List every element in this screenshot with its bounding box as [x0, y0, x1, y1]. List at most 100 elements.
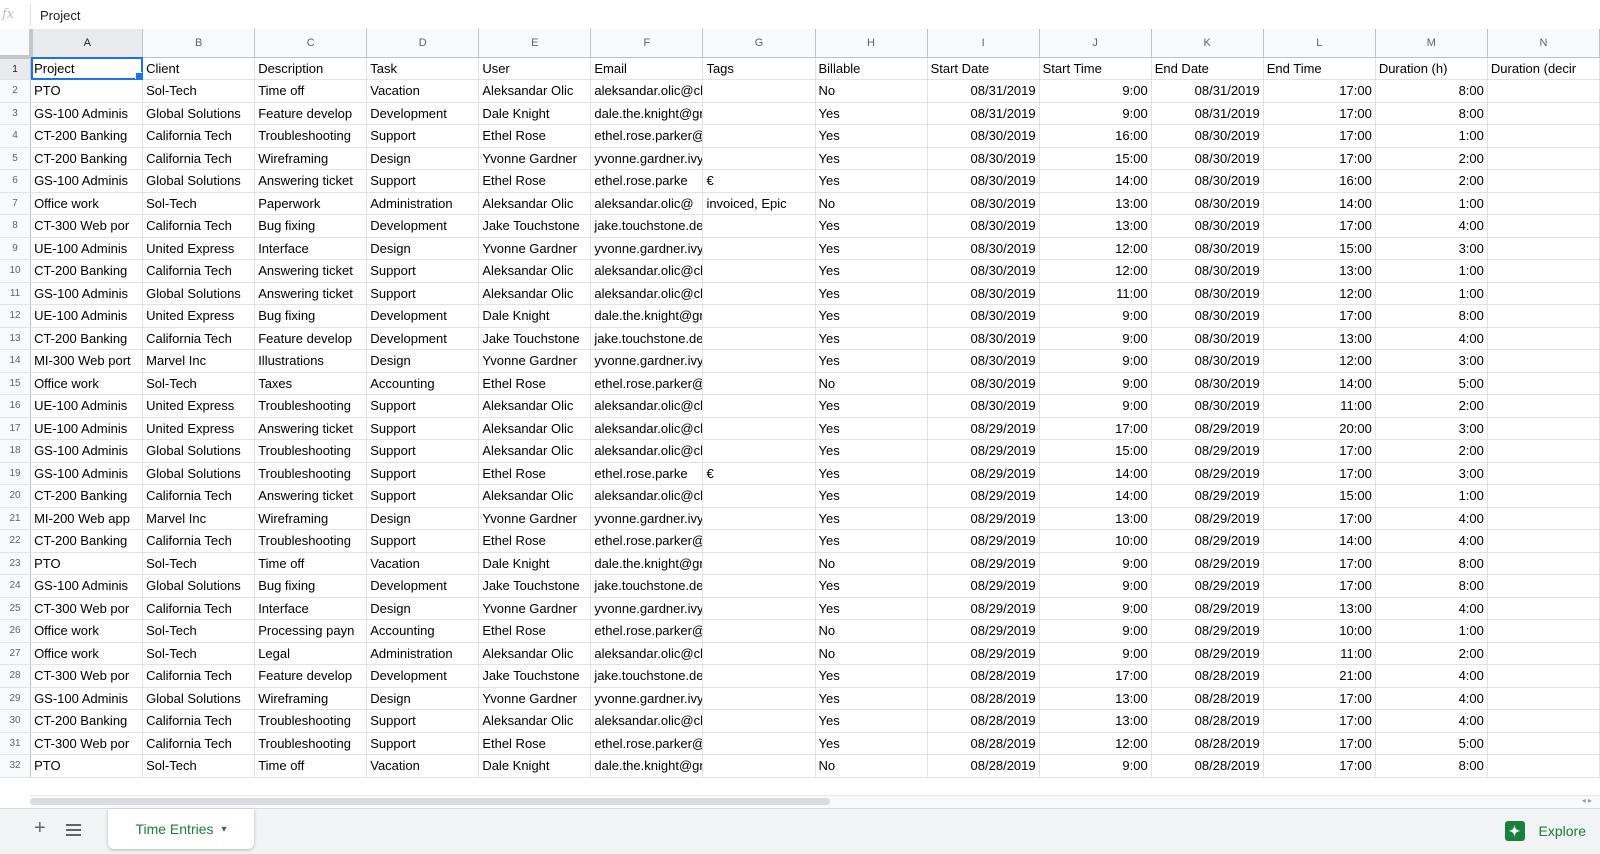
cell[interactable] [1487, 529, 1600, 553]
cell[interactable]: 2:00 [1375, 169, 1488, 193]
cell[interactable]: Support [366, 417, 480, 440]
cell[interactable]: Yes [815, 349, 928, 373]
cell[interactable]: 08/31/2019 [1151, 102, 1264, 125]
cell[interactable]: CT-200 Banking [30, 484, 144, 508]
cell[interactable] [702, 552, 816, 575]
cell[interactable]: 17:00 [1263, 79, 1376, 103]
cell[interactable]: Yes [815, 507, 928, 530]
cell[interactable]: CT-300 Web por [30, 732, 144, 755]
cell[interactable]: CT-300 Web por [30, 597, 144, 620]
cell[interactable]: 8:00 [1375, 552, 1488, 575]
cell[interactable]: 5:00 [1375, 372, 1488, 395]
row-header[interactable]: 25 [0, 597, 32, 620]
cell[interactable]: Yvonne Gardner [478, 597, 592, 620]
cell[interactable]: Global Solutions [142, 282, 256, 305]
cell[interactable]: Yvonne Gardner [478, 349, 592, 373]
row-header[interactable]: 29 [0, 687, 32, 710]
horizontal-scrollbar[interactable]: ◂ ▸ [30, 795, 1600, 808]
cell[interactable]: 3:00 [1375, 417, 1488, 440]
cell[interactable] [1487, 574, 1600, 598]
cell[interactable] [1487, 214, 1600, 238]
cell[interactable]: Yes [815, 687, 928, 710]
add-sheet-button[interactable]: + [34, 817, 46, 840]
cell[interactable]: Interface [254, 237, 368, 260]
cell[interactable]: 08/30/2019 [927, 192, 1040, 215]
cell[interactable]: 08/29/2019 [1151, 529, 1264, 553]
cell[interactable]: California Tech [142, 597, 256, 620]
cell[interactable]: Troubleshooting [254, 462, 368, 485]
cell[interactable]: 08/28/2019 [1151, 709, 1264, 733]
cell[interactable]: 10:00 [1263, 619, 1376, 643]
cell[interactable]: 17:00 [1263, 507, 1376, 530]
cell[interactable] [1487, 192, 1600, 215]
explore-button[interactable]: ✦ Explore [1504, 818, 1586, 844]
cell[interactable]: California Tech [142, 529, 256, 553]
cell[interactable]: Processing payn [254, 619, 368, 643]
cell[interactable]: dale.the.knight@gmail.com [590, 102, 704, 125]
cell[interactable]: aleksandar.olic@clockify.me [590, 484, 704, 508]
cell[interactable]: Global Solutions [142, 574, 256, 598]
cell[interactable]: California Tech [142, 214, 256, 238]
cell[interactable]: Support [366, 484, 480, 508]
cell[interactable]: Yes [815, 237, 928, 260]
cell[interactable]: 08/29/2019 [927, 439, 1040, 463]
cell[interactable]: No [815, 192, 928, 215]
cell[interactable]: Design [366, 597, 480, 620]
cell[interactable]: 08/30/2019 [927, 259, 1040, 283]
cell[interactable] [1487, 664, 1600, 688]
cell[interactable] [1487, 687, 1600, 710]
row-header[interactable]: 4 [0, 124, 32, 148]
cell[interactable]: 08/29/2019 [1151, 462, 1264, 485]
cell[interactable]: 9:00 [1039, 304, 1152, 328]
cell[interactable]: No [815, 372, 928, 395]
cell[interactable]: Aleksandar Olic [478, 192, 592, 215]
chevron-down-icon[interactable]: ▾ [222, 824, 227, 835]
cell[interactable]: Illustrations [254, 349, 368, 373]
cell[interactable]: Yes [815, 439, 928, 463]
cell[interactable] [1487, 462, 1600, 485]
header-cell[interactable]: Task [366, 57, 480, 80]
cell[interactable]: MI-300 Web port [30, 349, 144, 373]
cell[interactable]: 15:00 [1039, 147, 1152, 170]
row-header[interactable]: 22 [0, 529, 32, 553]
cell[interactable]: 1:00 [1375, 619, 1488, 643]
cell[interactable]: ethel.rose.parke [590, 169, 704, 193]
cell[interactable]: 08/29/2019 [1151, 597, 1264, 620]
cell[interactable]: California Tech [142, 124, 256, 148]
cell[interactable]: Feature develop [254, 327, 368, 350]
cell[interactable]: 4:00 [1375, 507, 1488, 530]
row-header[interactable]: 11 [0, 282, 32, 305]
cell[interactable]: 13:00 [1039, 507, 1152, 530]
cell[interactable]: GS-100 Adminis [30, 687, 144, 710]
cell[interactable]: CT-200 Banking [30, 124, 144, 148]
cell[interactable]: Troubleshooting [254, 732, 368, 755]
cell[interactable]: Global Solutions [142, 102, 256, 125]
cell[interactable]: California Tech [142, 484, 256, 508]
cell[interactable]: Yes [815, 214, 928, 238]
header-cell[interactable]: Tags [702, 57, 816, 80]
cell[interactable]: Answering ticket [254, 417, 368, 440]
cell[interactable]: ethel.rose.parke [590, 462, 704, 485]
cell[interactable]: Yes [815, 124, 928, 148]
cell[interactable]: 17:00 [1263, 462, 1376, 485]
cell[interactable]: Time off [254, 754, 368, 778]
cell[interactable]: 8:00 [1375, 304, 1488, 328]
cell[interactable]: Ethel Rose [478, 529, 592, 553]
cell[interactable]: 08/29/2019 [1151, 507, 1264, 530]
cell[interactable]: Support [366, 282, 480, 305]
cell[interactable] [1487, 79, 1600, 103]
cell[interactable]: Ethel Rose [478, 124, 592, 148]
cell[interactable]: Yes [815, 709, 928, 733]
cell[interactable]: jake.touchstone.dev@gmail.com [590, 214, 704, 238]
cell[interactable] [702, 282, 816, 305]
cell[interactable]: 08/28/2019 [1151, 687, 1264, 710]
cell[interactable]: Interface [254, 597, 368, 620]
cell[interactable]: Legal [254, 642, 368, 665]
cell[interactable]: Ethel Rose [478, 732, 592, 755]
row-header[interactable]: 26 [0, 619, 32, 643]
cell[interactable]: Sol-Tech [142, 619, 256, 643]
cell[interactable]: 1:00 [1375, 282, 1488, 305]
cell[interactable] [1487, 552, 1600, 575]
cell[interactable]: ethel.rose.parker@gmail.com [590, 372, 704, 395]
row-header[interactable]: 12 [0, 304, 32, 328]
